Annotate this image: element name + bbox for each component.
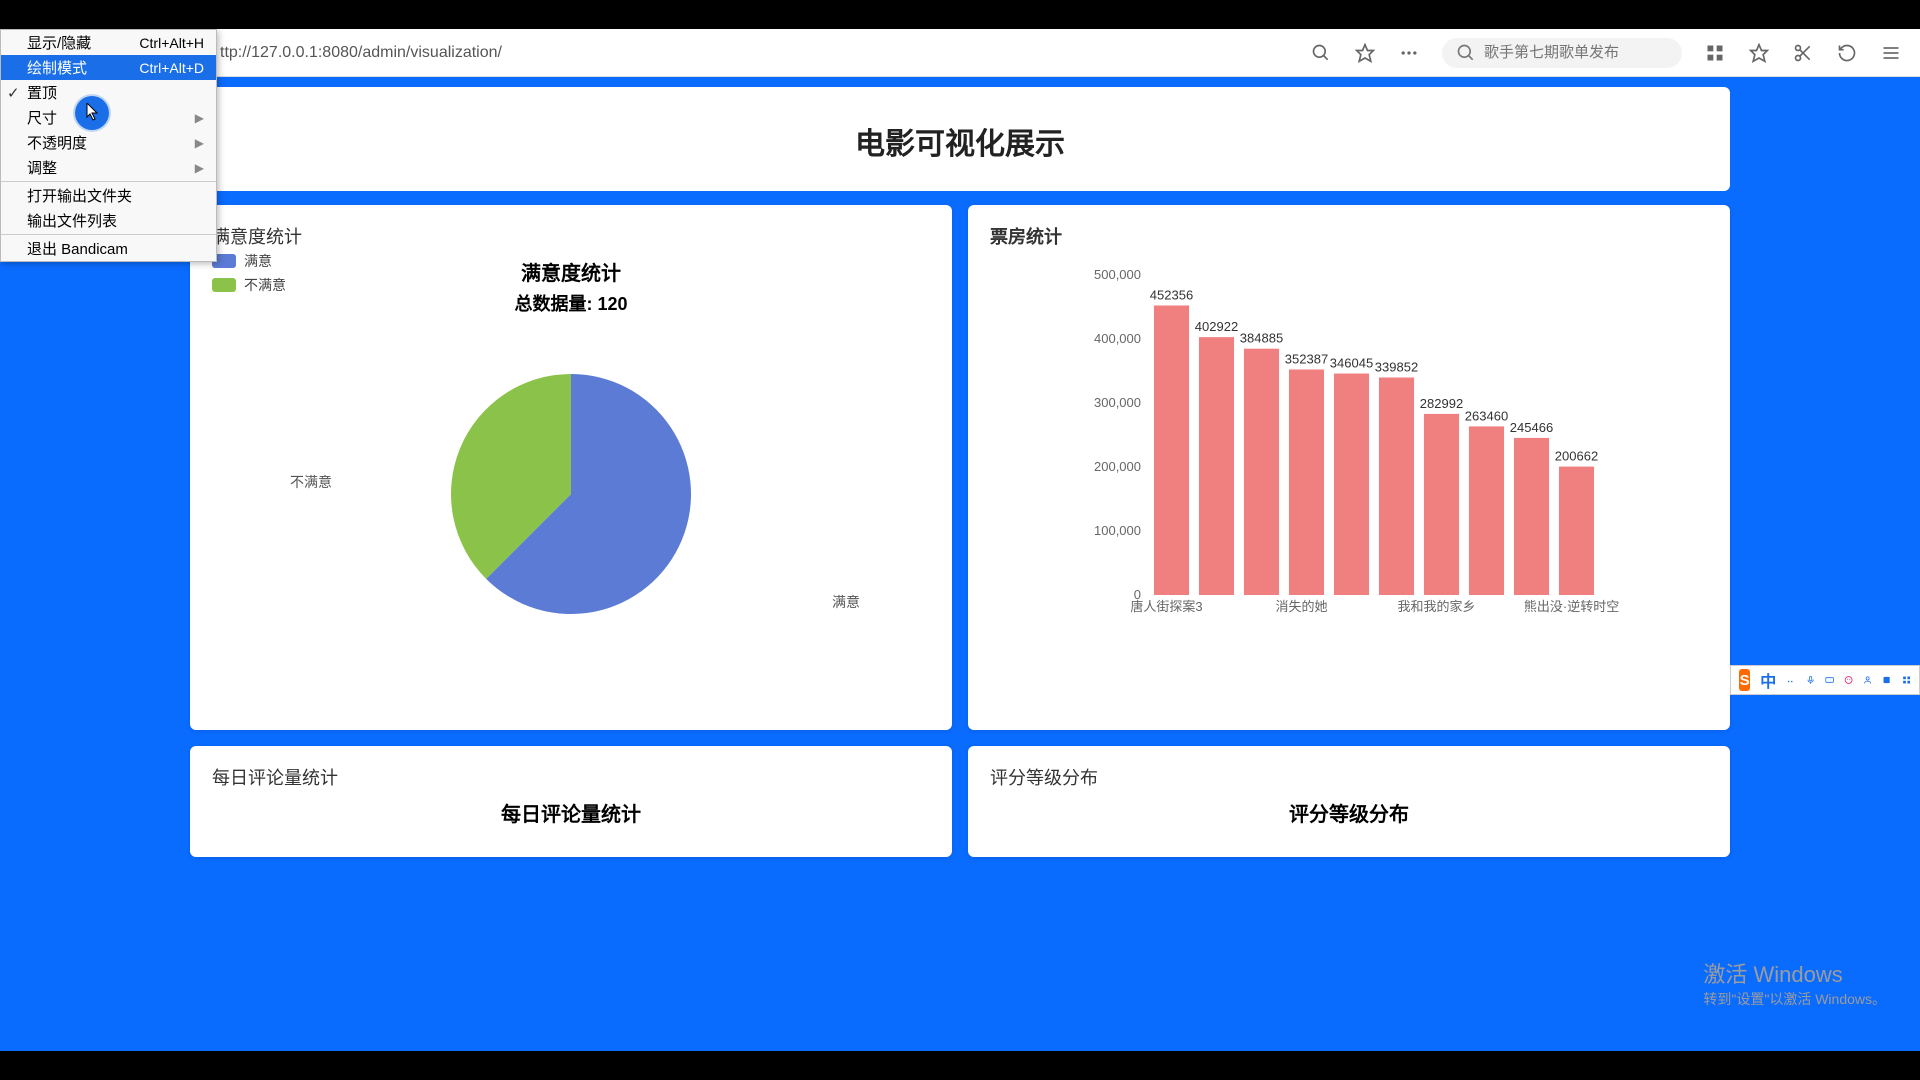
search-icon	[1456, 43, 1476, 63]
windows-activation-watermark: 激活 Windows 转到"设置"以激活 Windows。	[1703, 957, 1886, 1009]
context-menu-item[interactable]: 置顶	[1, 80, 216, 105]
svg-text:402922: 402922	[1195, 319, 1238, 334]
ime-grid-icon[interactable]	[1902, 671, 1911, 689]
svg-text:282992: 282992	[1420, 396, 1463, 411]
rating-card: 评分等级分布 评分等级分布	[968, 746, 1730, 857]
ime-punct-icon[interactable]	[1786, 671, 1795, 689]
svg-text:我和我的家乡: 我和我的家乡	[1398, 599, 1476, 614]
ime-mic-icon[interactable]	[1806, 671, 1815, 689]
favorite-icon[interactable]	[1354, 42, 1376, 64]
more-icon[interactable]	[1398, 42, 1420, 64]
svg-text:200,000: 200,000	[1094, 459, 1141, 474]
legend-label: 不满意	[244, 275, 286, 295]
svg-text:100,000: 100,000	[1094, 523, 1141, 538]
svg-text:熊出没·逆转时空: 熊出没·逆转时空	[1524, 599, 1619, 614]
daily-comments-card: 每日评论量统计 每日评论量统计	[190, 746, 952, 857]
bandicam-context-menu[interactable]: 显示/隐藏Ctrl+Alt+H绘制模式Ctrl+Alt+D置顶尺寸▶不透明度▶调…	[0, 29, 217, 262]
rating-chart-title: 评分等级分布	[990, 798, 1708, 827]
svg-text:245466: 245466	[1510, 420, 1553, 435]
cursor-icon	[86, 103, 100, 121]
svg-text:消失的她: 消失的她	[1276, 599, 1328, 614]
context-menu-item[interactable]: 显示/隐藏Ctrl+Alt+H	[1, 30, 216, 55]
star-add-icon[interactable]	[1748, 42, 1770, 64]
zoom-icon[interactable]	[1310, 42, 1332, 64]
svg-text:500,000: 500,000	[1094, 267, 1141, 282]
svg-text:384885: 384885	[1240, 331, 1283, 346]
url-box[interactable]: ttp://127.0.0.1:8080/admin/visualization…	[220, 44, 502, 62]
pie-card: 满意度统计 满意 不满意 满意度统计 总数据量: 120 不满意 满意	[190, 205, 952, 730]
svg-text:339852: 339852	[1375, 359, 1418, 374]
ime-logo-icon[interactable]: S	[1739, 669, 1750, 691]
context-menu-item[interactable]: 输出文件列表	[1, 208, 216, 233]
menu-icon[interactable]	[1880, 42, 1902, 64]
ime-emoji-icon[interactable]	[1844, 671, 1853, 689]
legend-label: 满意	[244, 251, 272, 271]
ime-toolbar[interactable]: S 中	[1730, 665, 1920, 695]
pie-card-title: 满意度统计	[212, 223, 930, 249]
svg-text:352387: 352387	[1285, 351, 1328, 366]
pie-slice-label: 满意	[832, 592, 860, 612]
pie-slice-label: 不满意	[290, 472, 332, 492]
svg-text:唐人街探案3: 唐人街探案3	[1130, 599, 1202, 614]
browser-toolbar: ttp://127.0.0.1:8080/admin/visualization…	[0, 29, 1920, 77]
svg-text:400,000: 400,000	[1094, 331, 1141, 346]
context-menu-item[interactable]: 打开输出文件夹	[1, 183, 216, 208]
context-menu-item[interactable]: 退出 Bandicam	[1, 236, 216, 261]
svg-text:300,000: 300,000	[1094, 395, 1141, 410]
svg-text:346045: 346045	[1330, 356, 1373, 371]
svg-text:200662: 200662	[1555, 449, 1598, 464]
refresh-icon[interactable]	[1836, 42, 1858, 64]
pie-chart-sub: 总数据量: 120	[212, 290, 930, 316]
bar-card: 票房统计 0100,000200,000300,000400,000500,00…	[968, 205, 1730, 730]
context-menu-item[interactable]: 绘制模式Ctrl+Alt+D	[1, 55, 216, 80]
context-menu-item[interactable]: 不透明度▶	[1, 130, 216, 155]
scissors-icon[interactable]	[1792, 42, 1814, 64]
bar-card-title: 票房统计	[990, 223, 1708, 249]
context-menu-item[interactable]: 调整▶	[1, 155, 216, 180]
ime-keyboard-icon[interactable]	[1825, 671, 1834, 689]
watermark-line1: 激活 Windows	[1703, 957, 1886, 989]
ime-user-icon[interactable]	[1863, 671, 1872, 689]
apps-icon[interactable]	[1704, 42, 1726, 64]
rating-card-title: 评分等级分布	[990, 764, 1708, 790]
daily-card-title: 每日评论量统计	[212, 764, 930, 790]
url-text: ttp://127.0.0.1:8080/admin/visualization…	[220, 44, 502, 62]
pie-legend: 满意 不满意	[212, 251, 286, 295]
daily-chart-title: 每日评论量统计	[212, 798, 930, 827]
pie-chart-title: 满意度统计	[212, 257, 930, 286]
pie-chart[interactable]	[421, 344, 721, 644]
ime-tool-icon[interactable]	[1882, 671, 1891, 689]
bar-chart[interactable]: 0100,000200,000300,000400,000500,0004523…	[990, 255, 1708, 625]
ime-lang[interactable]: 中	[1760, 668, 1776, 692]
toolbar-search[interactable]	[1442, 38, 1682, 68]
watermark-line2: 转到"设置"以激活 Windows。	[1703, 989, 1886, 1009]
page-title: 电影可视化展示	[190, 119, 1730, 163]
svg-text:263460: 263460	[1465, 408, 1508, 423]
search-input[interactable]	[1484, 44, 1664, 61]
svg-text:452356: 452356	[1150, 287, 1193, 302]
